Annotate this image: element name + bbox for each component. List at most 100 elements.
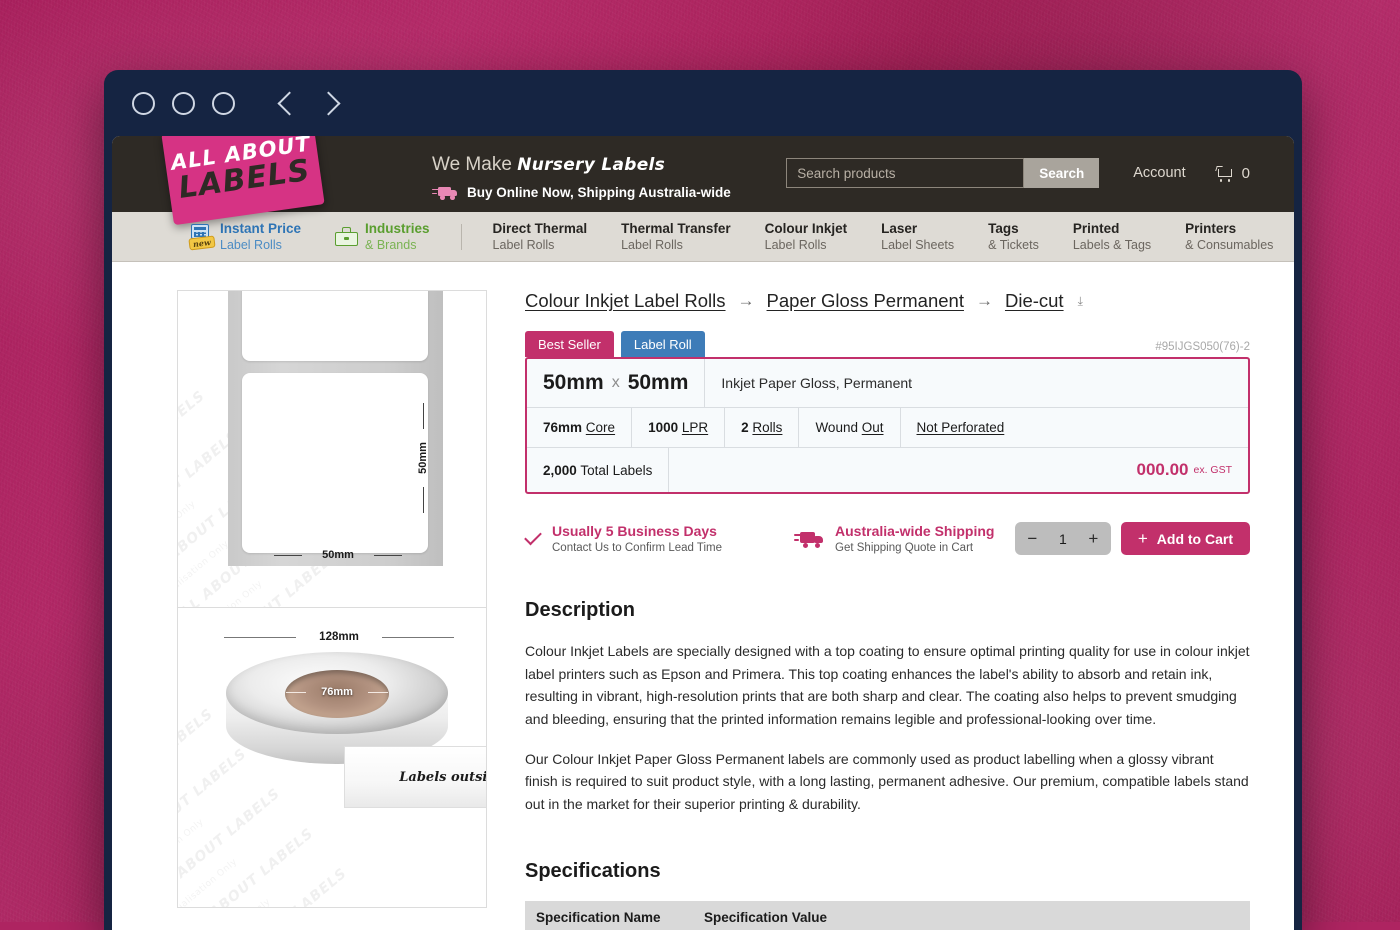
breadcrumb-item-material[interactable]: Paper Gloss Permanent bbox=[767, 290, 964, 312]
table-header-row: Specification Name Specification Value bbox=[525, 900, 1250, 930]
nav-label-sub: Label Sheets bbox=[881, 238, 955, 253]
account-link[interactable]: Account bbox=[1133, 165, 1185, 181]
roll-tail-strip: Labels outside bbox=[344, 746, 487, 808]
attr-term[interactable]: Out bbox=[862, 420, 884, 435]
summary-row-attributes: 76mm Core 1000 LPR 2 Rolls Wound Out Not… bbox=[527, 408, 1248, 448]
tagline-emphasis: Nursery Labels bbox=[517, 155, 666, 175]
search-button[interactable]: Search bbox=[1024, 158, 1100, 188]
cart-widget[interactable]: 0 bbox=[1214, 165, 1250, 182]
add-to-cart-button[interactable]: + Add to Cart bbox=[1120, 522, 1250, 555]
attr-value: 76mm bbox=[543, 420, 583, 435]
quantity-decrease-button[interactable]: − bbox=[1019, 523, 1046, 554]
label-roll-illustration: 128mm 76mm Labels outside bbox=[210, 630, 486, 808]
product-image-die-cut-label[interactable]: ALL ABOUT LABELS Visualisation Only ALL … bbox=[177, 290, 487, 608]
add-to-cart-label: Add to Cart bbox=[1156, 530, 1233, 547]
main-navigation: new Instant Price Label Rolls Industries… bbox=[112, 212, 1294, 262]
browser-chrome-bar bbox=[104, 70, 1302, 136]
logo-card-shape bbox=[161, 136, 325, 226]
nav-label-top: Instant Price bbox=[220, 220, 302, 236]
quantity-stepper: − + bbox=[1014, 522, 1111, 555]
breadcrumb-item-category[interactable]: Colour Inkjet Label Rolls bbox=[525, 290, 726, 312]
attr-value: Wound bbox=[815, 420, 858, 435]
nav-item-printers[interactable]: Printers & Consumables bbox=[1168, 212, 1290, 261]
summary-row-total: 2,000 Total Labels 000.00 ex. GST bbox=[527, 448, 1248, 492]
attr-value: 1000 bbox=[648, 420, 679, 435]
total-labels-term: Total Labels bbox=[580, 462, 653, 478]
instant-price-icon: new bbox=[188, 223, 216, 252]
back-icon[interactable] bbox=[277, 90, 302, 116]
site-header: ALL ABOUT LABELS We Make Nursery Labels … bbox=[112, 136, 1294, 226]
nav-label-top: Direct Thermal bbox=[492, 220, 588, 236]
attribute-wound: Wound Out bbox=[799, 408, 901, 447]
window-dot-3[interactable] bbox=[212, 91, 235, 115]
cart-controls: − + + Add to Cart bbox=[1014, 522, 1250, 555]
product-material-cell: Inkjet Paper Gloss, Permanent bbox=[705, 359, 928, 407]
product-size-cell: 50mm x 50mm bbox=[527, 359, 706, 407]
shopping-cart-icon bbox=[1214, 165, 1233, 182]
nav-label-sub: Labels & Tags bbox=[1072, 238, 1152, 253]
attribute-rolls: 2 Rolls bbox=[725, 408, 800, 447]
nav-label-sub: Label Rolls bbox=[492, 238, 555, 253]
shipping-subtitle: Get Shipping Quote in Cart bbox=[835, 542, 974, 554]
forward-icon[interactable] bbox=[316, 90, 341, 116]
nav-label-top: Thermal Transfer bbox=[621, 220, 731, 236]
product-sku: #95IJGS050(76)-2 bbox=[1155, 341, 1250, 353]
badge-label-roll[interactable]: Label Roll bbox=[620, 331, 705, 357]
roll-outer-dimension: 128mm bbox=[224, 630, 454, 644]
product-image-roll[interactable]: ALL ABOUT LABELS Visualisation Only ALL … bbox=[177, 608, 487, 908]
nav-label-sub: Label Rolls bbox=[220, 238, 282, 253]
nav-label-top: Printed bbox=[1072, 220, 1120, 236]
roll-body: 76mm Labels outside bbox=[226, 652, 486, 808]
attr-term[interactable]: Core bbox=[586, 420, 615, 435]
product-badges-row: Best Seller Label Roll #95IJGS050(76)-2 bbox=[525, 331, 1250, 357]
window-dot-1[interactable] bbox=[132, 91, 155, 115]
nav-item-industries[interactable]: Industries & Brands bbox=[318, 212, 447, 261]
attribute-lpr: 1000 LPR bbox=[632, 408, 726, 447]
nav-label-sub: Label Rolls bbox=[621, 238, 683, 253]
new-badge: new bbox=[188, 235, 216, 252]
summary-row-size: 50mm x 50mm Inkjet Paper Gloss, Permanen… bbox=[527, 359, 1248, 408]
badge-best-seller[interactable]: Best Seller bbox=[525, 331, 614, 357]
shipping-note-text: Buy Online Now, Shipping Australia-wide bbox=[467, 185, 731, 200]
nav-label-sub: & Brands bbox=[365, 238, 417, 253]
attr-term[interactable]: Rolls bbox=[752, 420, 782, 435]
attr-term[interactable]: Not Perforated bbox=[917, 420, 1005, 435]
briefcase-icon bbox=[335, 227, 359, 246]
size-height: 50mm bbox=[627, 371, 689, 394]
description-paragraph: Colour Inkjet Labels are specially desig… bbox=[525, 643, 1250, 728]
nav-label-top: Tags bbox=[988, 220, 1019, 236]
header-tagline: We Make Nursery Labels Buy Online Now, S… bbox=[432, 154, 731, 200]
nav-item-colour-inkjet[interactable]: Colour Inkjet Label Rolls bbox=[748, 212, 865, 261]
quantity-increase-button[interactable]: + bbox=[1080, 523, 1107, 554]
chevron-down-icon[interactable]: ⤓ bbox=[1078, 294, 1083, 309]
plus-icon: + bbox=[1137, 529, 1148, 548]
shipping-info: Australia-wide Shipping Get Shipping Quo… bbox=[794, 523, 994, 554]
die-cut-label-illustration: 50mm 50mm bbox=[228, 291, 443, 566]
specifications-heading: Specifications bbox=[525, 859, 661, 882]
nav-label-top: Laser bbox=[881, 220, 918, 236]
nav-item-thermal-transfer[interactable]: Thermal Transfer Label Rolls bbox=[604, 212, 748, 261]
search-input[interactable] bbox=[786, 158, 1025, 188]
tagline-prefix: We Make bbox=[432, 154, 512, 175]
attr-term[interactable]: LPR bbox=[682, 420, 708, 435]
nav-label-sub: & Tickets bbox=[988, 238, 1039, 253]
nav-label-sub: & Consumables bbox=[1185, 238, 1274, 253]
window-controls bbox=[132, 91, 235, 115]
nav-item-direct-thermal[interactable]: Direct Thermal Label Rolls bbox=[476, 212, 605, 261]
nav-item-laser[interactable]: Laser Label Sheets bbox=[864, 212, 971, 261]
quantity-input[interactable] bbox=[1045, 523, 1080, 554]
window-dot-2[interactable] bbox=[172, 91, 195, 115]
wound-direction-note: Labels outside bbox=[399, 769, 487, 785]
nav-item-printed[interactable]: Printed Labels & Tags bbox=[1056, 212, 1168, 261]
site-logo[interactable]: ALL ABOUT LABELS bbox=[161, 136, 325, 226]
browser-window: ALL ABOUT LABELS We Make Nursery Labels … bbox=[104, 70, 1302, 930]
size-width: 50mm bbox=[543, 371, 604, 394]
total-labels-cell: 2,000 Total Labels bbox=[527, 448, 670, 492]
shipping-truck-icon bbox=[794, 530, 824, 548]
nav-item-tags[interactable]: Tags & Tickets bbox=[971, 212, 1056, 261]
column-header-name: Specification Name bbox=[525, 900, 693, 930]
shipping-title: Australia-wide Shipping bbox=[835, 523, 995, 539]
price-cell: 000.00 ex. GST bbox=[669, 448, 1248, 492]
material-text: Inkjet Paper Gloss, Permanent bbox=[721, 375, 913, 391]
breadcrumb-item-type[interactable]: Die-cut bbox=[1005, 290, 1064, 312]
